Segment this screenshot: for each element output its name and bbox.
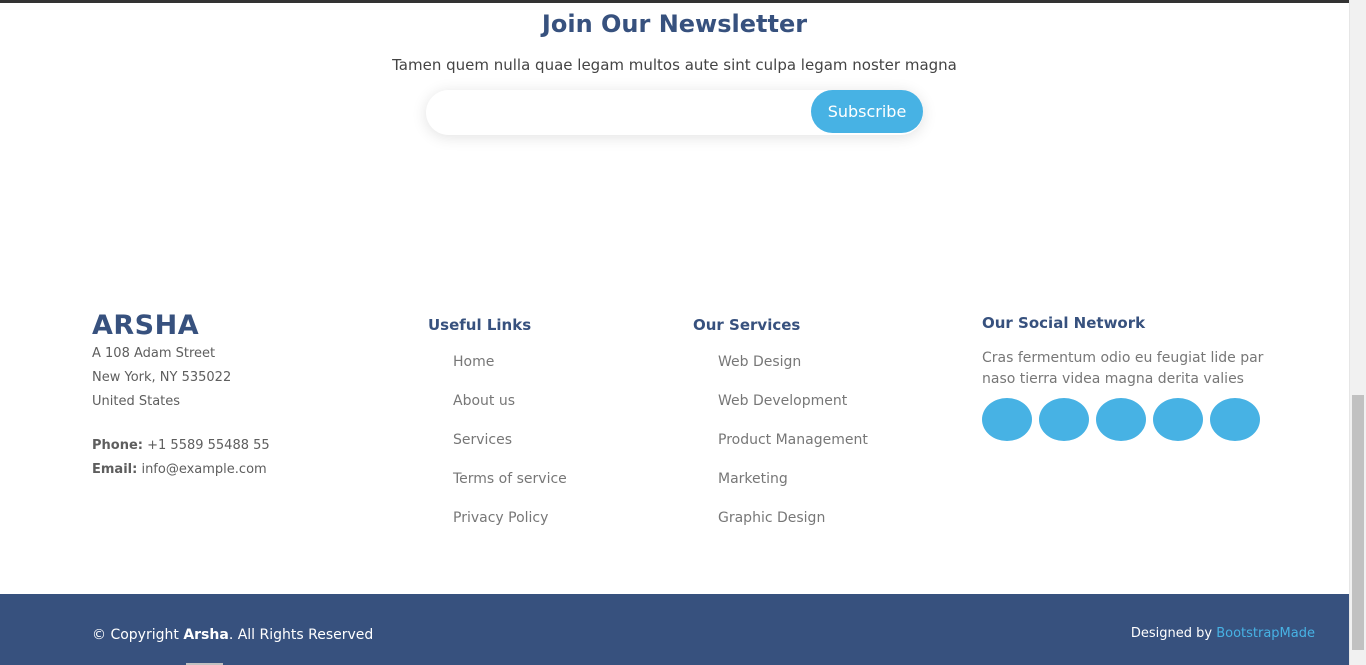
copyright-brand: Arsha xyxy=(183,627,229,643)
service-marketing[interactable]: Marketing xyxy=(718,471,788,487)
copyright: © Copyright Arsha. All Rights Reserved xyxy=(92,627,373,643)
newsletter-description: Tamen quem nulla quae legam multos aute … xyxy=(392,56,957,74)
newsletter-form: Subscribe xyxy=(426,90,923,135)
email-row: Email: info@example.com xyxy=(92,462,267,477)
bootstrapmade-link[interactable]: BootstrapMade xyxy=(1216,626,1315,641)
link-terms[interactable]: Terms of service xyxy=(453,471,567,487)
address-line-2: New York, NY 535022 xyxy=(92,370,232,385)
link-privacy[interactable]: Privacy Policy xyxy=(453,510,548,526)
service-web-design[interactable]: Web Design xyxy=(718,354,801,370)
top-border xyxy=(0,0,1366,3)
link-about[interactable]: About us xyxy=(453,393,515,409)
linkedin-button[interactable] xyxy=(1210,398,1260,441)
useful-links-title: Useful Links xyxy=(428,316,532,334)
email-value: info@example.com xyxy=(141,462,267,477)
link-services[interactable]: Services xyxy=(453,432,512,448)
service-product-management[interactable]: Product Management xyxy=(718,432,868,448)
twitter-button[interactable] xyxy=(982,398,1032,441)
phone-label: Phone: xyxy=(92,438,143,453)
footer-bottom-bar: © Copyright Arsha. All Rights Reserved D… xyxy=(0,594,1349,665)
skype-button[interactable] xyxy=(1153,398,1203,441)
copyright-suffix: . All Rights Reserved xyxy=(228,627,374,643)
subscribe-button[interactable]: Subscribe xyxy=(811,90,923,133)
copyright-prefix: © Copyright xyxy=(92,627,179,643)
footer-brand: ARSHA xyxy=(92,310,200,341)
instagram-button[interactable] xyxy=(1096,398,1146,441)
address-line-1: A 108 Adam Street xyxy=(92,346,216,361)
vertical-scrollbar[interactable] xyxy=(1349,0,1366,665)
credits-prefix: Designed by xyxy=(1130,626,1213,641)
social-description: Cras fermentum odio eu feugiat lide par … xyxy=(982,350,1264,387)
service-graphic-design[interactable]: Graphic Design xyxy=(718,510,825,526)
phone-value: +1 5589 55488 55 xyxy=(147,438,270,453)
social-title: Our Social Network xyxy=(982,314,1146,332)
link-home[interactable]: Home xyxy=(453,354,494,370)
newsletter-title: Join Our Newsletter xyxy=(541,10,808,38)
credits: Designed by BootstrapMade xyxy=(1131,626,1315,641)
scrollbar-thumb[interactable] xyxy=(1352,395,1364,650)
service-web-development[interactable]: Web Development xyxy=(718,393,847,409)
newsletter-email-input[interactable] xyxy=(440,98,810,127)
email-label: Email: xyxy=(92,462,138,477)
facebook-button[interactable] xyxy=(1039,398,1089,441)
our-services-title: Our Services xyxy=(693,316,801,334)
phone-row: Phone: +1 5589 55488 55 xyxy=(92,438,270,453)
address-line-3: United States xyxy=(92,394,181,409)
